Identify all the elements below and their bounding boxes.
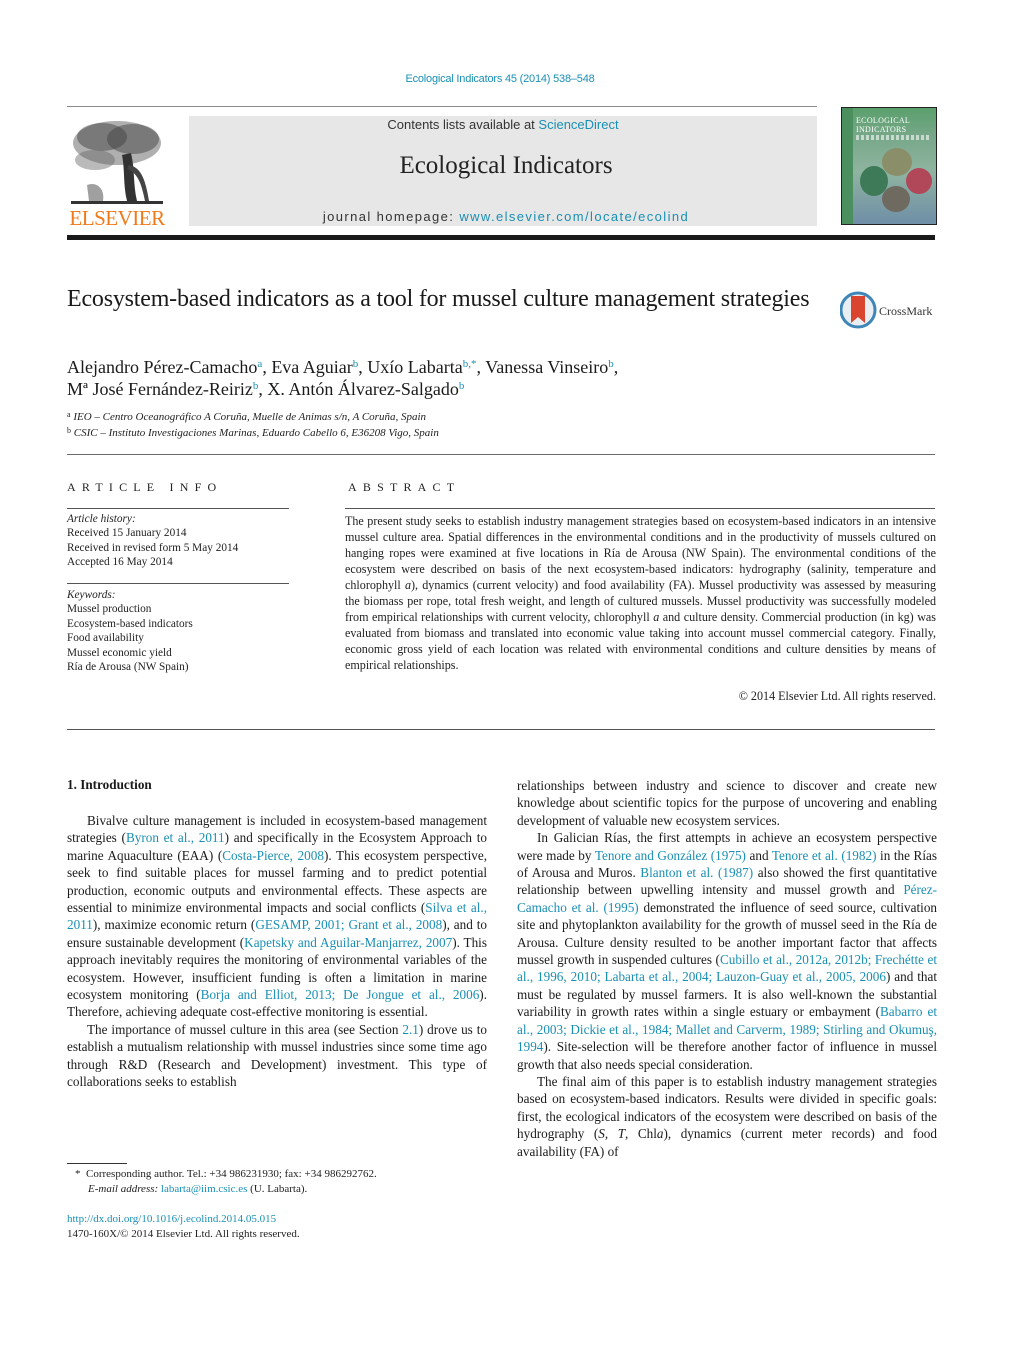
- affiliation-list: a IEO – Centro Oceanográfico A Coruña, M…: [67, 410, 439, 441]
- cover-photo-people: [882, 186, 910, 212]
- contents-prefix: Contents lists available at: [387, 117, 539, 132]
- header-top-rule: [67, 106, 817, 107]
- history-item: Received 15 January 2014: [67, 527, 187, 540]
- symbol: a: [656, 1126, 664, 1142]
- issn-line: 1470-160X/© 2014 Elsevier Ltd. All right…: [67, 1228, 300, 1240]
- paragraph: In Galician Rías, the first attempts in …: [517, 830, 938, 1072]
- paragraph: The final aim of this paper is to establ…: [517, 1073, 937, 1159]
- reference-link[interactable]: Tenore et al. (1982): [772, 848, 877, 863]
- symbol: S: [598, 1126, 605, 1142]
- symbol: a: [404, 578, 411, 592]
- cover-subtitle: [856, 135, 930, 140]
- crossmark-label[interactable]: CrossMark: [879, 304, 932, 319]
- doi-link[interactable]: http://dx.doi.org/10.1016/j.ecolind.2014…: [67, 1213, 276, 1225]
- article-info-heading: ARTICLE INFO: [67, 480, 223, 494]
- reference-link[interactable]: GESAMP, 2001; Grant et al., 2008: [255, 917, 442, 932]
- reference-link[interactable]: Pérez-Camacho et al. (1995): [517, 882, 937, 914]
- symbol: a: [653, 610, 660, 624]
- homepage-prefix: journal homepage:: [322, 209, 460, 224]
- author-list: Alejandro Pérez-Camachoa, Eva Aguiarb, U…: [67, 356, 867, 400]
- cover-title: ECOLOGICAL INDICATORS: [856, 116, 910, 134]
- author[interactable]: Eva Aguiarb,: [271, 357, 367, 377]
- reference-link[interactable]: Babarro et al., 2003; Dickie et al., 198…: [517, 1004, 937, 1054]
- reference-link[interactable]: Blanton et al. (1987): [640, 865, 753, 880]
- keyword: Mussel economic yield: [67, 646, 172, 659]
- corresponding-author-note: * Corresponding author. Tel.: +34 986231…: [75, 1168, 377, 1180]
- doi-block: http://dx.doi.org/10.1016/j.ecolind.2014…: [67, 1212, 300, 1242]
- elsevier-wordmark[interactable]: ELSEVIER: [67, 206, 167, 231]
- reference-link[interactable]: Cubillo et al., 2012a, 2012b; Frechétte …: [517, 952, 937, 984]
- author[interactable]: X. Antón Álvarez-Salgadob: [267, 379, 464, 399]
- article-history: Article history: Received 15 January 201…: [67, 512, 238, 570]
- keywords-label: Keywords:: [67, 589, 116, 601]
- contents-available-line: Contents lists available at ScienceDirec…: [189, 117, 817, 132]
- divider: [67, 454, 935, 455]
- journal-homepage-line: journal homepage: www.elsevier.com/locat…: [189, 209, 823, 224]
- keyword: Ría de Arousa (NW Spain): [67, 661, 189, 674]
- affiliation-marker[interactable]: b,*: [463, 358, 477, 370]
- cover-title-line-1: ECOLOGICAL: [856, 116, 911, 125]
- citation-link[interactable]: Ecological Indicators 45 (2014) 538–548: [405, 73, 594, 85]
- paragraph: relationships between industry and scien…: [517, 778, 937, 828]
- cover-title-line-2: INDICATORS: [856, 125, 907, 134]
- history-item: Received in revised form 5 May 2014: [67, 541, 239, 554]
- cover-photo-book: [906, 168, 932, 194]
- keyword: Ecosystem-based indicators: [67, 617, 193, 630]
- paragraph: The importance of mussel culture in this…: [67, 1021, 487, 1090]
- reference-link[interactable]: Kapetsky and Aguilar-Manjarrez, 2007: [244, 935, 452, 950]
- footnote: * Corresponding author. Tel.: +34 986231…: [75, 1167, 377, 1197]
- keyword: Mussel production: [67, 603, 152, 616]
- reference-link[interactable]: 2.1: [402, 1022, 418, 1037]
- symbol: T: [617, 1126, 626, 1142]
- journal-title: Ecological Indicators: [399, 152, 613, 179]
- history-label: Article history:: [67, 513, 136, 525]
- journal-citation[interactable]: Ecological Indicators 45 (2014) 538–548: [0, 73, 1000, 85]
- reference-link[interactable]: Borja and Elliot, 2013; De Jongue et al.…: [201, 987, 480, 1002]
- header-thick-rule: [67, 235, 935, 240]
- keywords: Keywords: Mussel production Ecosystem-ba…: [67, 588, 193, 674]
- journal-cover-image[interactable]: ECOLOGICAL INDICATORS: [841, 107, 937, 225]
- email-link[interactable]: labarta@iim.csic.es: [161, 1183, 248, 1195]
- article-title: Ecosystem-based indicators as a tool for…: [67, 286, 810, 312]
- divider: [67, 508, 289, 509]
- email-line: E-mail address: labarta@iim.csic.es (U. …: [88, 1183, 308, 1195]
- abstract-copyright: © 2014 Elsevier Ltd. All rights reserved…: [738, 689, 936, 703]
- history-item: Accepted 16 May 2014: [67, 556, 173, 569]
- cover-spine: [842, 108, 853, 224]
- keyword: Food availability: [67, 632, 144, 645]
- reference-link[interactable]: Tenore and González (1975): [595, 848, 746, 863]
- paragraph: Bivalve culture management is included i…: [67, 813, 488, 1020]
- divider: [67, 729, 935, 730]
- divider: [67, 583, 289, 584]
- affiliation-marker[interactable]: b: [459, 380, 465, 392]
- reference-link[interactable]: Costa-Pierce, 2008: [222, 848, 324, 863]
- abstract-heading: ABSTRACT: [348, 480, 461, 494]
- body-column-right: relationships between industry and scien…: [517, 777, 937, 1160]
- divider: [345, 508, 935, 509]
- cover-photo-rock: [882, 148, 912, 176]
- affiliation: b CSIC – Instituto Investigaciones Marin…: [67, 425, 439, 439]
- author[interactable]: Alejandro Pérez-Camachoa,: [67, 357, 271, 377]
- author[interactable]: Mª José Fernández-Reirizb,: [67, 379, 267, 399]
- sciencedirect-link[interactable]: ScienceDirect: [538, 117, 618, 132]
- reference-link[interactable]: Byron et al., 2011: [126, 830, 225, 845]
- journal-homepage-link[interactable]: www.elsevier.com/locate/ecolind: [459, 209, 689, 224]
- section-heading: 1. Introduction: [67, 777, 152, 792]
- footnote-rule: [67, 1163, 127, 1164]
- affiliation: a IEO – Centro Oceanográfico A Coruña, M…: [67, 410, 427, 424]
- author[interactable]: Uxío Labartab,*,: [367, 357, 485, 377]
- crossmark-icon: [839, 291, 877, 329]
- body-column-left: Bivalve culture management is included i…: [67, 812, 487, 1091]
- abstract-text: The present study seeks to establish ind…: [345, 514, 937, 672]
- author[interactable]: Vanessa Vinseirob,: [485, 357, 618, 377]
